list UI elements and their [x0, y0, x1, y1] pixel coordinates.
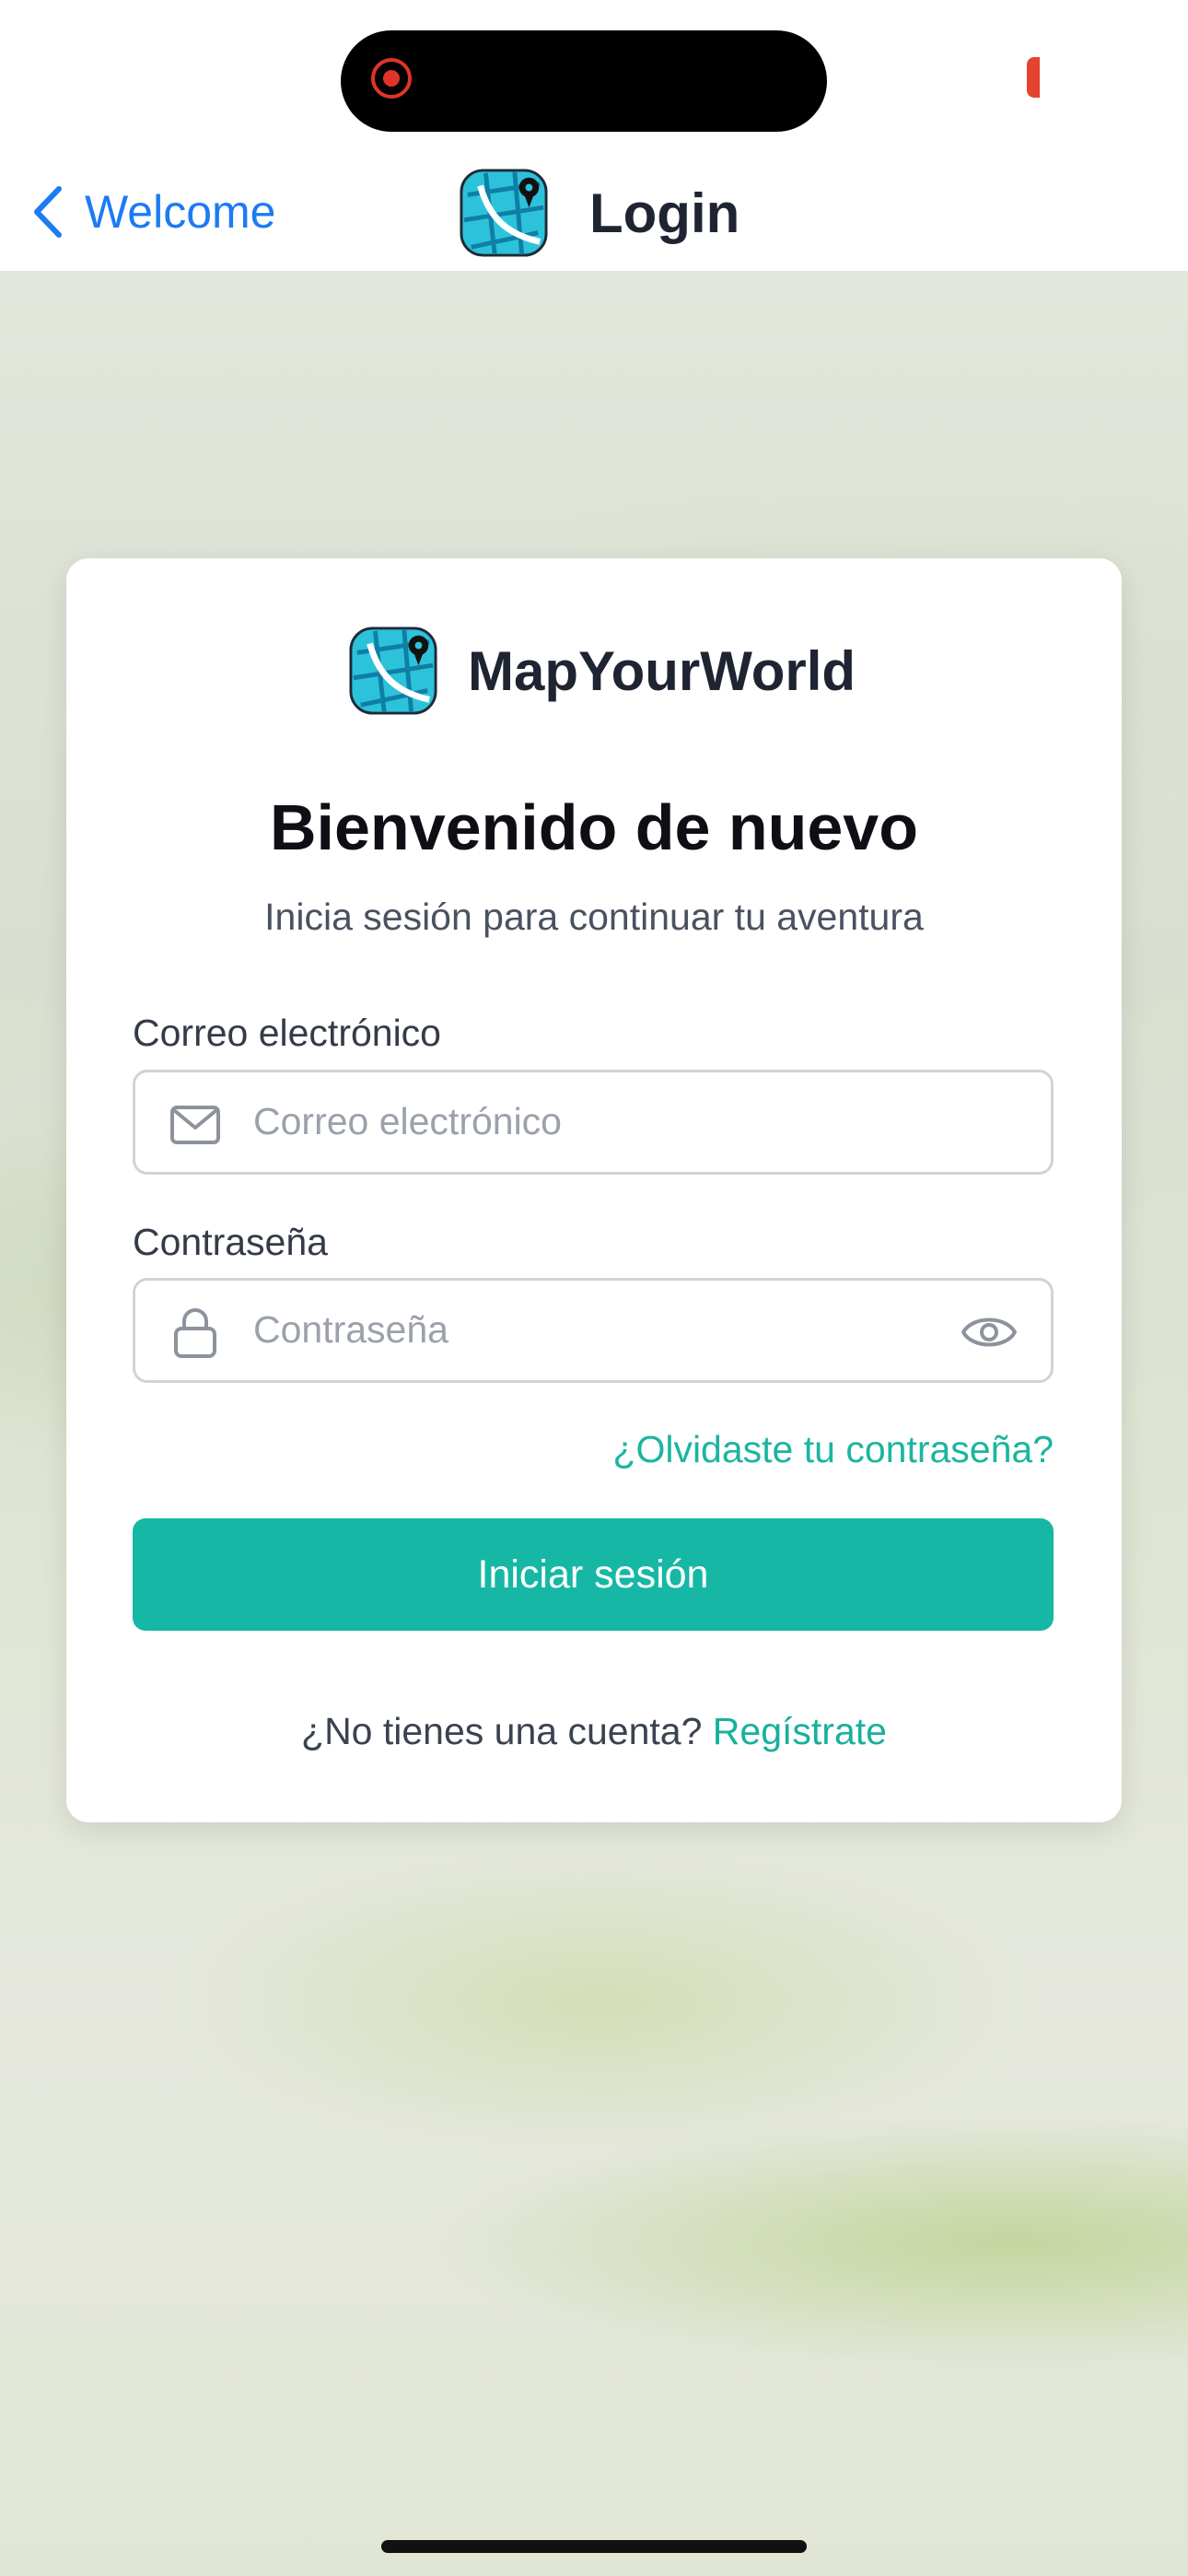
email-placeholder: Correo electrónico — [253, 1100, 562, 1142]
back-label: Welcome — [85, 186, 276, 238]
battery-icon — [1027, 57, 1040, 98]
signup-prompt: ¿No tienes una cuenta? — [301, 1710, 703, 1752]
status-bar — [0, 0, 1188, 157]
eye-icon[interactable] — [961, 1308, 1018, 1356]
brand-header: MapYourWorld — [348, 625, 856, 717]
app-logo-icon — [349, 626, 437, 715]
forgot-password-link[interactable]: ¿Olvidaste tu contraseña? — [612, 1428, 1054, 1471]
nav-title-group: Login — [459, 164, 740, 262]
email-label: Correo electrónico — [133, 1012, 441, 1054]
password-label: Contraseña — [133, 1221, 328, 1263]
brand-name: MapYourWorld — [468, 639, 856, 702]
dynamic-island — [341, 30, 827, 132]
home-indicator — [381, 2540, 807, 2553]
mail-icon — [170, 1106, 220, 1144]
welcome-subtitle: Inicia sesión para continuar tu aventura — [264, 896, 924, 938]
chevron-left-icon — [34, 186, 62, 238]
password-field[interactable]: Contraseña — [133, 1278, 1054, 1383]
welcome-heading: Bienvenido de nuevo — [270, 791, 918, 863]
password-placeholder: Contraseña — [253, 1308, 448, 1351]
navigation-bar: Welcome Login — [0, 157, 1188, 272]
signup-row: ¿No tienes una cuenta? Regístrate — [66, 1710, 1122, 1753]
login-button[interactable]: Iniciar sesión — [133, 1518, 1054, 1631]
back-button[interactable]: Welcome — [31, 175, 275, 249]
signup-link[interactable]: Regístrate — [713, 1710, 887, 1752]
email-field[interactable]: Correo electrónico — [133, 1070, 1054, 1175]
page-title: Login — [589, 181, 740, 244]
app-logo-icon — [460, 169, 548, 257]
login-card: MapYourWorld Bienvenido de nuevo Inicia … — [66, 558, 1122, 1822]
recording-icon — [371, 58, 412, 99]
lock-icon — [174, 1308, 216, 1358]
